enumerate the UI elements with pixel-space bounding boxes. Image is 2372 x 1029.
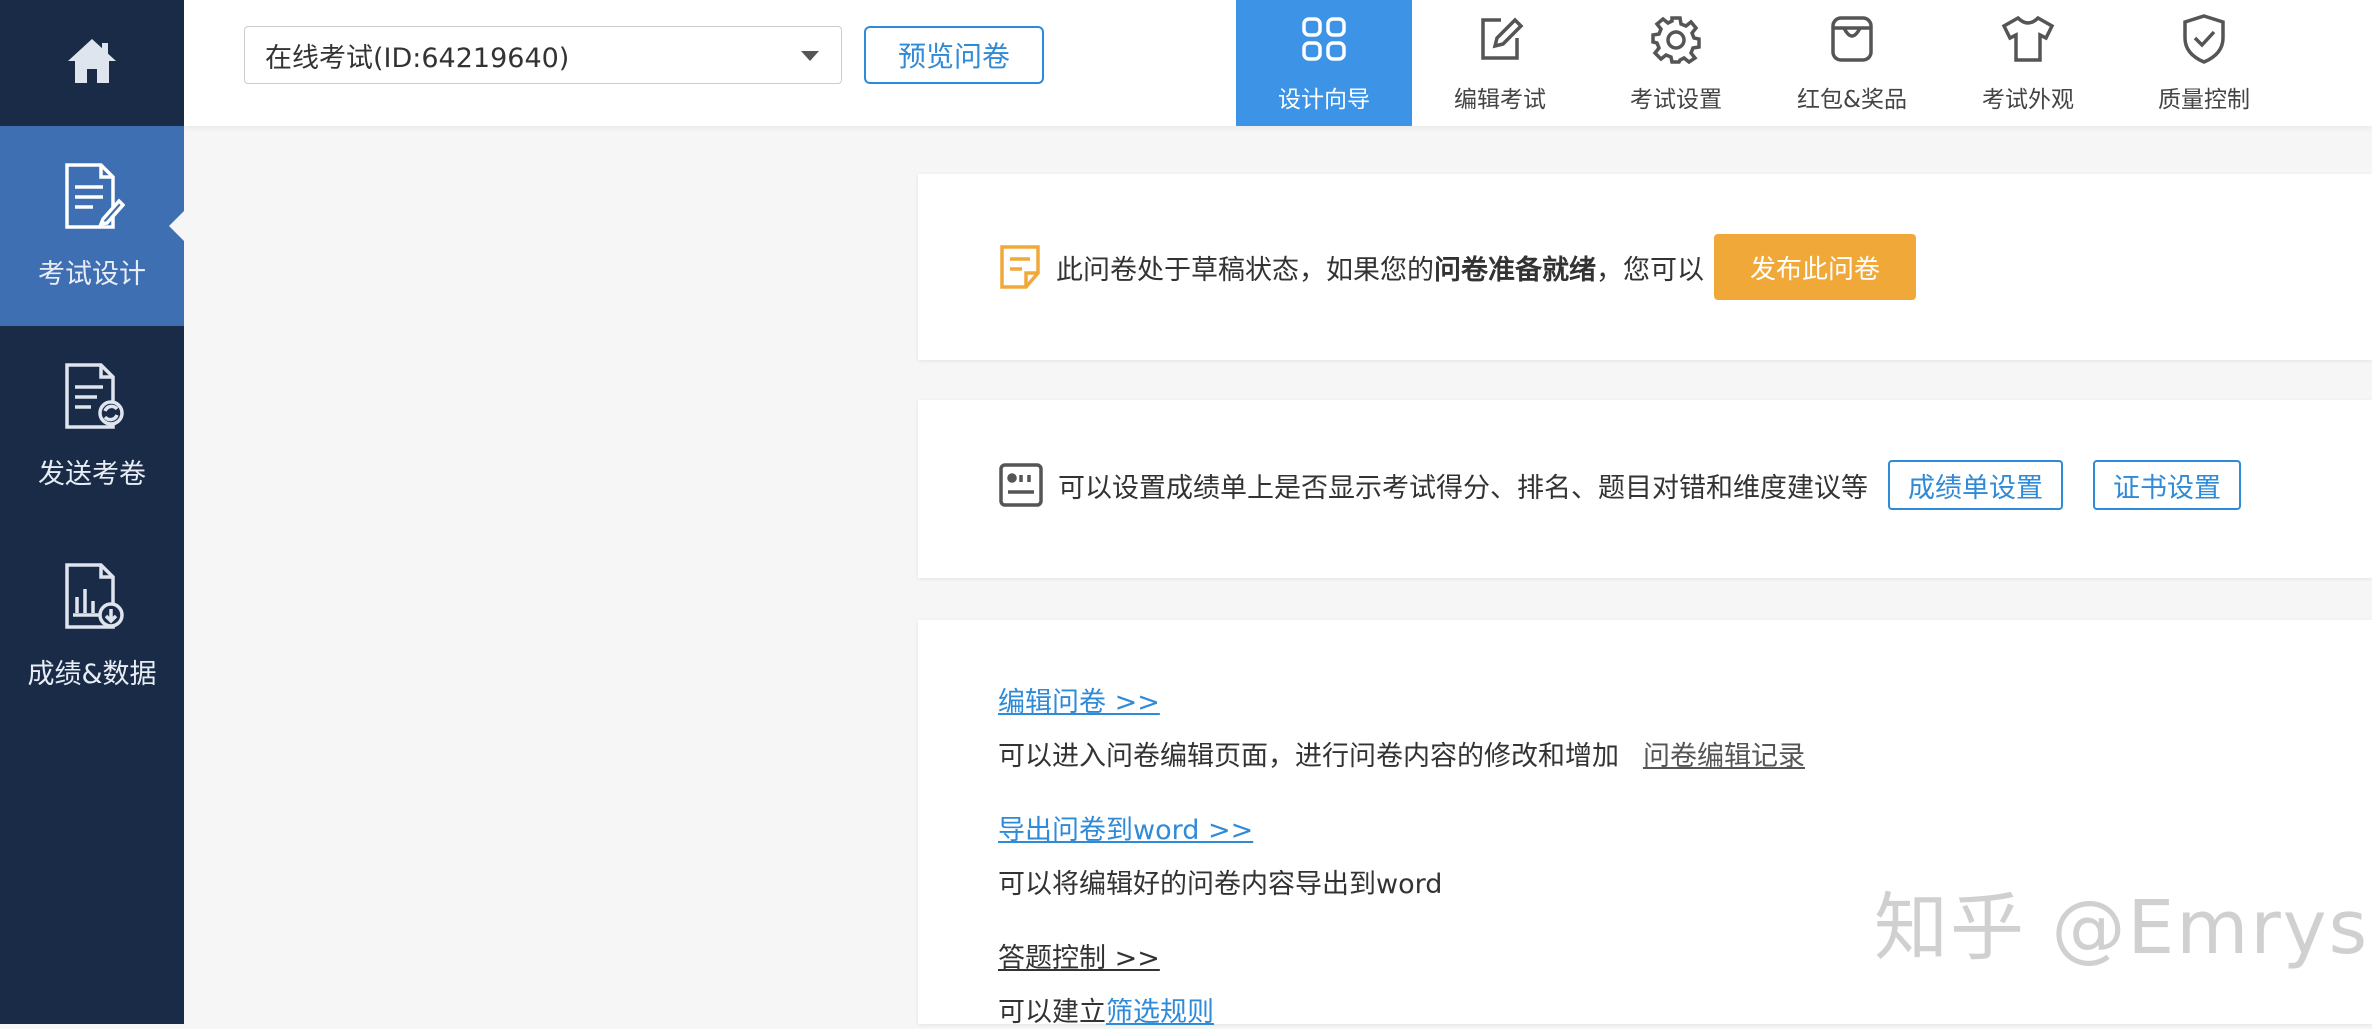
export-word-link[interactable]: 导出问卷到word >>: [998, 808, 1253, 847]
edit-survey-link[interactable]: 编辑问卷 >>: [998, 680, 1160, 719]
survey-select[interactable]: 在线考试(ID:64219640): [244, 26, 842, 84]
export-word-desc: 可以将编辑好的问卷内容导出到word: [998, 869, 1443, 900]
score-settings-text: 可以设置成绩单上是否显示考试得分、排名、题目对错和维度建议等: [1058, 472, 1868, 504]
top-bar: 在线考试(ID:64219640) 预览问卷 设计向导 编辑考试 考试设置 红包…: [184, 0, 2372, 126]
survey-select-value: 在线考试(ID:64219640): [265, 42, 570, 74]
draft-notice-text-bold: 问卷准备就绪: [1434, 254, 1596, 286]
tab-label: 红包&奖品: [1797, 87, 1907, 113]
draft-notice-text-after: ，您可以: [1596, 254, 1704, 286]
tab-label: 考试设置: [1630, 87, 1722, 113]
answer-control-desc-row: 可以建立 筛选规则: [998, 990, 1214, 1029]
score-settings-row: 可以设置成绩单上是否显示考试得分、排名、题目对错和维度建议等 成绩单设置 证书设…: [998, 460, 2241, 510]
sidebar-item-label: 发送考卷: [38, 459, 146, 490]
filter-rules-link[interactable]: 筛选规则: [1106, 990, 1214, 1029]
tab-label: 考试外观: [1982, 87, 2074, 113]
scorecard-settings-button[interactable]: 成绩单设置: [1888, 460, 2063, 510]
grid-icon: [1300, 12, 1348, 66]
certificate-settings-button[interactable]: 证书设置: [2093, 460, 2241, 510]
sidebar: 考试设计 发送考卷 成绩&数据: [0, 0, 185, 1024]
tab-label: 设计向导: [1278, 87, 1370, 113]
draft-notice-text-before: 此问卷处于草稿状态，如果您的: [1056, 254, 1434, 286]
draft-notice-card: 此问卷处于草稿状态，如果您的 问卷准备就绪 ，您可以 发布此问卷: [918, 174, 2372, 360]
sidebar-item-score-data[interactable]: 成绩&数据: [0, 526, 184, 726]
home-icon: [64, 35, 120, 91]
tab-edit-exam[interactable]: 编辑考试: [1412, 0, 1588, 126]
shield-icon: [2179, 12, 2229, 66]
tab-exam-settings[interactable]: 考试设置: [1588, 0, 1764, 126]
tab-label: 质量控制: [2158, 87, 2250, 113]
tshirt-icon: [2000, 12, 2056, 66]
sidebar-item-label: 考试设计: [38, 259, 146, 290]
chevron-down-icon: [801, 51, 819, 61]
scorecard-icon: [998, 462, 1044, 508]
edit-history-link[interactable]: 问卷编辑记录: [1643, 734, 1805, 773]
watermark-text: 知乎 @Emrys: [1874, 885, 2370, 971]
edit-survey-desc: 可以进入问卷编辑页面，进行问卷内容的修改和增加: [998, 741, 1619, 772]
sidebar-item-send-paper[interactable]: 发送考卷: [0, 326, 184, 526]
edit-survey-desc-row: 可以进入问卷编辑页面，进行问卷内容的修改和增加 问卷编辑记录: [998, 734, 1805, 773]
gift-bag-icon: [1827, 12, 1877, 66]
send-paper-icon: [59, 361, 125, 438]
score-data-icon: [59, 561, 125, 638]
tab-design-wizard[interactable]: 设计向导: [1236, 0, 1412, 126]
tab-exam-appearance[interactable]: 考试外观: [1940, 0, 2116, 126]
home-button[interactable]: [0, 0, 184, 126]
draft-note-icon: [998, 243, 1042, 291]
sidebar-item-exam-design[interactable]: 考试设计: [0, 126, 185, 326]
edit-icon: [1475, 12, 1525, 66]
sidebar-item-label: 成绩&数据: [27, 659, 157, 690]
draft-notice-row: 此问卷处于草稿状态，如果您的 问卷准备就绪 ，您可以 发布此问卷: [998, 234, 1916, 300]
gear-icon: [1651, 12, 1701, 66]
preview-button[interactable]: 预览问卷: [864, 26, 1044, 84]
answer-control-link[interactable]: 答题控制 >>: [998, 936, 1160, 975]
tab-label: 编辑考试: [1454, 87, 1546, 113]
score-settings-card: 可以设置成绩单上是否显示考试得分、排名、题目对错和维度建议等 成绩单设置 证书设…: [918, 400, 2372, 578]
exam-design-icon: [59, 161, 126, 238]
publish-button[interactable]: 发布此问卷: [1714, 234, 1916, 300]
tab-red-packet-prizes[interactable]: 红包&奖品: [1764, 0, 1940, 126]
answer-control-desc: 可以建立: [998, 997, 1106, 1028]
tab-quality-control[interactable]: 质量控制: [2116, 0, 2292, 126]
